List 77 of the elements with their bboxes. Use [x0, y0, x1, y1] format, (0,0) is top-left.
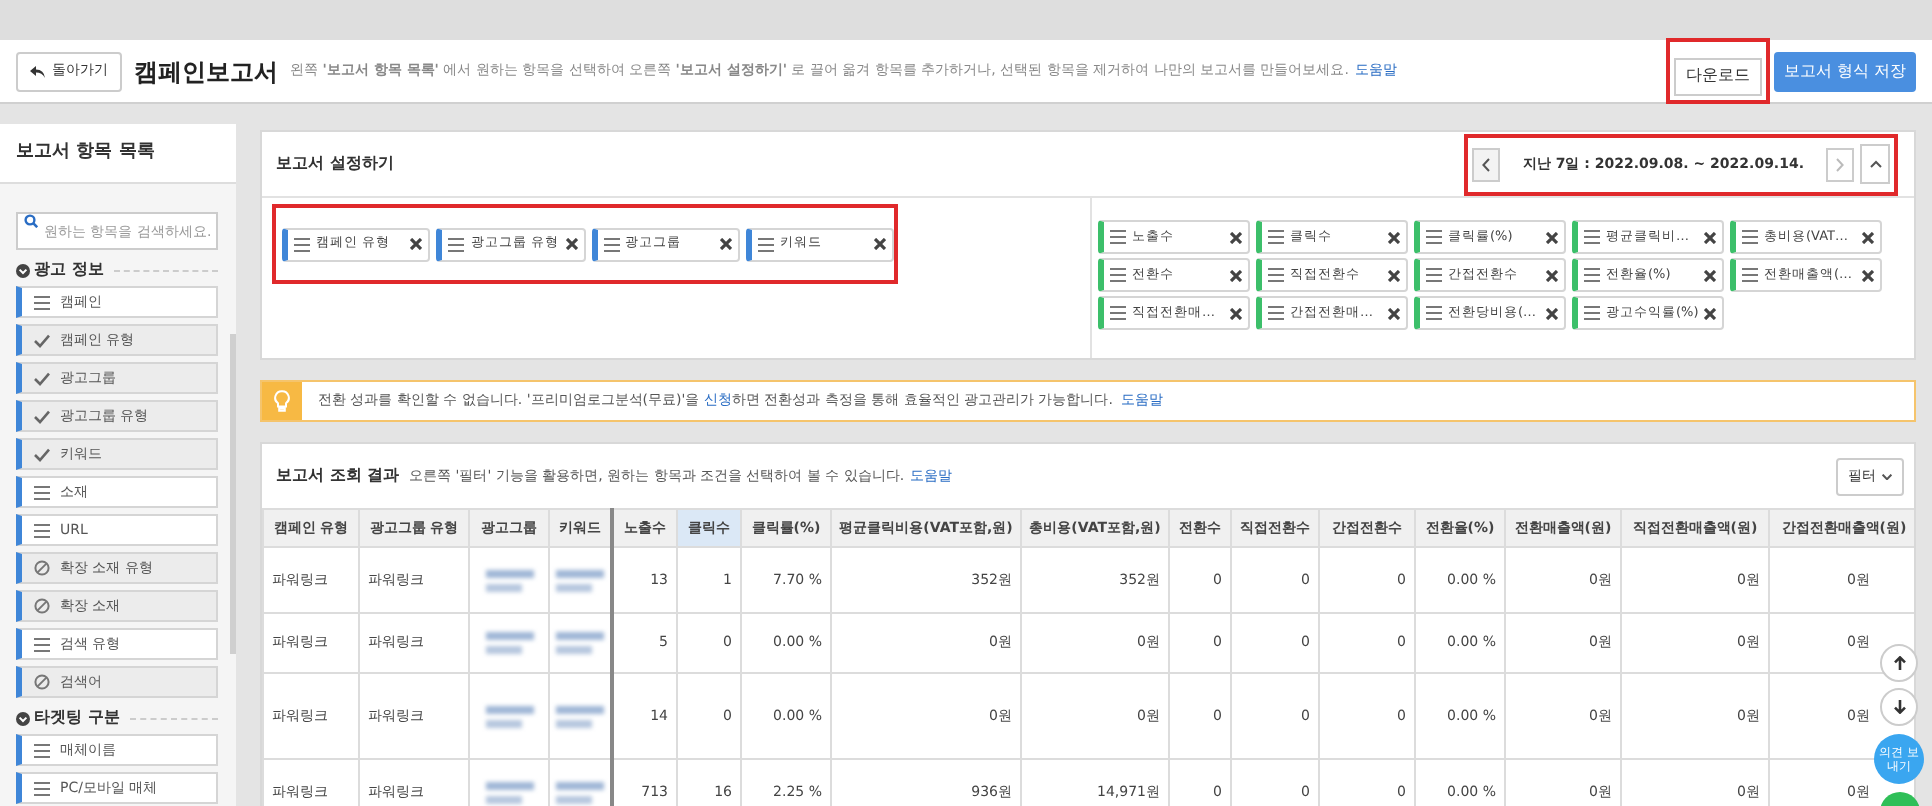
page-title: 캠페인보고서 — [134, 55, 278, 89]
caret-icon — [1882, 473, 1892, 479]
blocked-icon — [34, 674, 50, 690]
remove-icon[interactable] — [1862, 231, 1874, 243]
collapse-icon[interactable] — [16, 711, 30, 725]
drag-handle-icon — [448, 237, 465, 251]
blurred-text — [555, 781, 604, 803]
remove-icon[interactable] — [1230, 269, 1242, 281]
section-title: 타겟팅 구분 — [34, 706, 120, 730]
remove-icon[interactable] — [1862, 269, 1874, 281]
download-button[interactable]: 다운로드 — [1673, 57, 1762, 96]
lightbulb-icon — [274, 390, 290, 412]
remove-icon[interactable] — [1704, 269, 1716, 281]
remove-icon[interactable] — [1704, 231, 1716, 243]
remove-icon[interactable] — [1388, 307, 1400, 319]
drag-handle-icon — [1426, 306, 1442, 320]
drag-handle-icon — [1584, 268, 1600, 282]
settings-title: 보고서 설정하기 — [276, 152, 394, 176]
drag-handle-icon — [1110, 268, 1126, 282]
arrow-down-icon — [1893, 700, 1905, 714]
drag-handle-icon — [294, 237, 310, 251]
section-title: 광고 정보 — [34, 258, 104, 282]
blurred-text — [555, 632, 604, 654]
drag-handle-icon — [1110, 230, 1126, 244]
remove-icon[interactable] — [1546, 231, 1558, 243]
remove-icon[interactable] — [565, 238, 577, 250]
drag-handle-icon — [34, 295, 50, 309]
blurred-text — [485, 781, 533, 803]
check-icon — [34, 333, 50, 347]
drag-handle-icon — [34, 743, 50, 757]
drag-handle-icon — [1584, 306, 1600, 320]
drag-handle-icon — [34, 485, 50, 499]
back-arrow-icon — [30, 65, 46, 77]
remove-icon[interactable] — [719, 238, 732, 250]
drag-handle-icon — [1742, 268, 1758, 282]
blocked-icon — [34, 598, 50, 614]
chevron-up-icon — [1869, 160, 1881, 168]
remove-icon[interactable] — [1230, 231, 1242, 243]
drag-handle-icon — [34, 781, 50, 795]
drag-handle-icon — [1584, 230, 1600, 244]
previous-button[interactable] — [1472, 147, 1501, 181]
collapse-button[interactable] — [1860, 144, 1890, 184]
remove-icon[interactable] — [1546, 307, 1558, 319]
drag-handle-icon — [1268, 230, 1284, 244]
drag-handle-icon — [34, 637, 50, 651]
drag-handle-icon — [1742, 230, 1758, 244]
blurred-text — [555, 569, 604, 591]
drag-handle-icon — [1268, 268, 1284, 282]
drag-handle-icon — [1426, 268, 1442, 282]
check-icon — [34, 409, 50, 423]
drag-handle-icon — [1110, 306, 1126, 320]
drag-handle-icon — [1426, 230, 1442, 244]
check-icon — [34, 371, 50, 385]
check-icon — [34, 447, 50, 461]
remove-icon[interactable] — [1388, 231, 1400, 243]
blurred-text — [485, 705, 533, 727]
drag-handle-icon — [34, 523, 50, 537]
drag-handle-icon — [757, 237, 774, 251]
blocked-icon — [34, 560, 50, 576]
remove-icon[interactable] — [874, 238, 886, 250]
chevron-right-icon — [1836, 157, 1844, 171]
remove-icon[interactable] — [1230, 307, 1242, 319]
drag-handle-icon — [1268, 306, 1284, 320]
blurred-text — [485, 569, 533, 591]
remove-icon[interactable] — [1704, 307, 1717, 319]
blurred-text — [555, 705, 604, 727]
results-title: 보고서 조회 결과 — [276, 464, 400, 488]
chevron-left-icon — [1482, 157, 1491, 171]
blurred-text — [485, 632, 533, 654]
search-icon — [24, 213, 38, 227]
remove-icon[interactable] — [1388, 269, 1400, 281]
remove-icon[interactable] — [410, 238, 423, 250]
drag-handle-icon — [603, 237, 619, 251]
collapse-icon[interactable] — [16, 263, 30, 277]
arrow-up-icon — [1893, 656, 1905, 670]
sidebar-title: 보고서 항목 목록 — [16, 139, 155, 165]
remove-icon[interactable] — [1546, 269, 1558, 281]
